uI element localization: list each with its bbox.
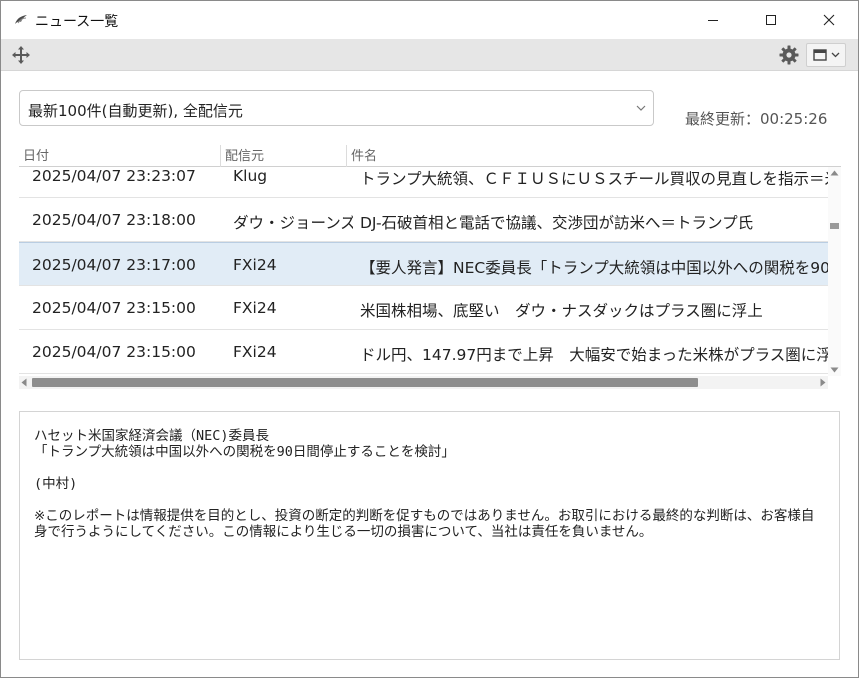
vertical-scroll-thumb[interactable] (830, 223, 839, 229)
vertical-scrollbar[interactable] (828, 167, 841, 376)
table-header: 日付 配信元 件名 (19, 142, 841, 167)
close-icon (823, 14, 835, 26)
minimize-button[interactable] (684, 1, 742, 39)
layout-menu-button[interactable] (806, 43, 846, 67)
chevron-down-icon (636, 105, 646, 111)
news-table: 日付 配信元 件名 2025/04/07 23:23:07 Klug トランプ大統領… (19, 142, 841, 389)
minimize-icon (708, 20, 718, 21)
gear-icon[interactable] (779, 45, 799, 65)
row-date-cell: 2025/04/07 23:23:07 (32, 167, 196, 185)
row-subject-cell: 【要人発言】NEC委員長「トランプ大統領は中国以外への関税を90日間停止 (360, 259, 828, 277)
row-date-cell: 2025/04/07 23:15:00 (32, 343, 196, 361)
source-filter-select[interactable]: 最新100件(自動更新), 全配信元 (19, 90, 654, 126)
row-source-cell: FXi24 (233, 299, 277, 317)
last-updated-label: 最終更新：00:25:26 (685, 110, 828, 128)
source-filter-value: 最新100件(自動更新), 全配信元 (28, 102, 243, 120)
table-body: 2025/04/07 23:23:07 Klug トランプ大統領、ＣＦＩＵＳにＵＳス… (19, 167, 828, 376)
row-subject-cell: 米国株相場、底堅い ダウ・ナスダックはプラス圏に浮上 (360, 302, 763, 320)
close-button[interactable] (800, 1, 858, 39)
horizontal-scrollbar[interactable] (19, 376, 828, 389)
table-row[interactable]: 2025/04/07 23:23:07 Klug トランプ大統領、ＣＦＩＵＳにＵＳス… (19, 167, 828, 198)
window-layout-icon (812, 49, 827, 61)
news-detail-body: ハセット米国家経済会議（NEC)委員長 「トランプ大統領は中国以外への関税を90… (34, 428, 815, 540)
table-row[interactable]: 2025/04/07 23:15:00 FXi24 ドル円、147.97円まで上昇 … (19, 330, 828, 374)
scroll-left-icon[interactable] (21, 378, 27, 387)
horizontal-scroll-thumb[interactable] (32, 378, 698, 387)
chevron-down-icon (831, 52, 839, 58)
title-bar: ニュース一覧 (1, 1, 858, 39)
maximize-button[interactable] (742, 1, 800, 39)
table-row[interactable]: 2025/04/07 23:15:00 FXi24 米国株相場、底堅い ダウ・ナスダ… (19, 286, 828, 330)
row-date-cell: 2025/04/07 23:15:00 (32, 299, 196, 317)
row-subject-cell: トランプ大統領、ＣＦＩＵＳにＵＳスチール買収の見直しを指示＝米国株 (360, 170, 828, 188)
news-list-window: ニュース一覧 最新100件(自動更新), 全配信元 最終更新：00:25:26 … (0, 0, 859, 678)
table-row[interactable]: 2025/04/07 23:18:00 ダウ・ジョーンズ DJ-石破首相と電話で協議… (19, 198, 828, 242)
column-header-subject[interactable]: 件名 (346, 145, 841, 167)
row-source-cell: FXi24 (233, 343, 277, 361)
scroll-up-icon[interactable] (830, 170, 839, 176)
scroll-down-icon[interactable] (830, 367, 839, 373)
row-date-cell: 2025/04/07 23:17:00 (32, 256, 196, 274)
toolbar (1, 39, 858, 71)
row-date-cell: 2025/04/07 23:18:00 (32, 211, 196, 229)
row-subject-cell: DJ-石破首相と電話で協議、交渉団が訪米へ＝トランプ氏 (360, 214, 754, 232)
row-source-cell: Klug (233, 167, 268, 185)
row-source-cell: FXi24 (233, 256, 277, 274)
scroll-right-icon[interactable] (820, 378, 826, 387)
window-title: ニュース一覧 (35, 14, 119, 30)
news-detail-pane[interactable]: ハセット米国家経済会議（NEC)委員長 「トランプ大統領は中国以外への関税を90… (19, 411, 840, 660)
table-rows: 2025/04/07 23:23:07 Klug トランプ大統領、ＣＦＩＵＳにＵＳス… (19, 167, 828, 374)
table-row[interactable]: 2025/04/07 23:17:00 FXi24 【要人発言】NEC委員長「トラン… (19, 242, 828, 286)
row-subject-cell: ドル円、147.97円まで上昇 大幅安で始まった米株がプラス圏に浮上 (360, 346, 828, 364)
move-arrows-icon[interactable] (11, 45, 31, 65)
bird-logo-icon (13, 12, 29, 28)
maximize-icon (766, 15, 776, 25)
column-header-date[interactable]: 日付 (19, 145, 220, 167)
column-header-source[interactable]: 配信元 (220, 145, 346, 167)
row-source-cell: ダウ・ジョーンズ (233, 214, 353, 232)
